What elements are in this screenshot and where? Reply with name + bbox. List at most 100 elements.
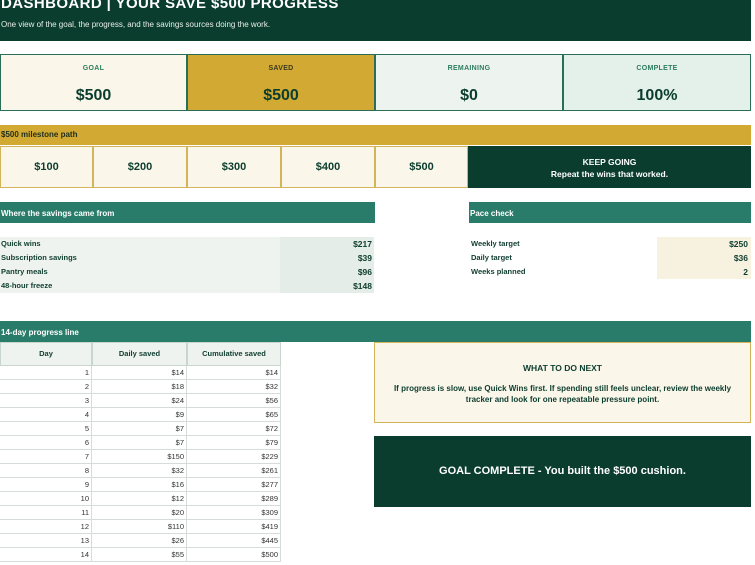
day-cell: 13: [0, 534, 92, 548]
cumulative-saved-cell: $500: [187, 548, 281, 562]
day-cell: 14: [0, 548, 92, 562]
daily-saved-cell: $16: [92, 478, 187, 492]
source-name: Pantry meals: [0, 265, 280, 279]
progress-title: 14-day progress line: [1, 328, 79, 337]
milestone-step-100: $100: [0, 146, 93, 188]
page-subtitle: One view of the goal, the progress, and …: [1, 20, 271, 29]
kpi-complete-label: COMPLETE: [636, 65, 678, 72]
day-cell: 2: [0, 380, 92, 394]
progress-section-bar: 14-day progress line: [0, 321, 751, 342]
col-header-day: Day: [0, 342, 92, 366]
cumulative-saved-cell: $65: [187, 408, 281, 422]
milestone-step-300: $300: [187, 146, 281, 188]
day-cell: 3: [0, 394, 92, 408]
kpi-remaining-value: $0: [460, 87, 478, 104]
daily-saved-cell: $55: [92, 548, 187, 562]
kpi-goal-value: $500: [75, 87, 112, 104]
daily-saved-cell: $110: [92, 520, 187, 534]
daily-saved-cell: $7: [92, 436, 187, 450]
daily-saved-cell: $7: [92, 422, 187, 436]
cumulative-saved-cell: $419: [187, 520, 281, 534]
daily-saved-cell: $20: [92, 506, 187, 520]
sources-title: Where the savings came from: [1, 209, 115, 218]
col-header-cumulative-saved: Cumulative saved: [187, 342, 281, 366]
pace-amount: $36: [657, 251, 751, 265]
daily-saved-cell: $32: [92, 464, 187, 478]
day-cell: 11: [0, 506, 92, 520]
keep-going-text: Repeat the wins that worked.: [550, 169, 669, 179]
milestone-step-500: $500: [375, 146, 468, 188]
milestone-section-bar: $500 milestone path: [0, 125, 751, 145]
pace-amount: $250: [657, 237, 751, 251]
source-name: Quick wins: [0, 237, 280, 251]
source-row: Subscription savings $39: [0, 251, 374, 265]
source-name: 48-hour freeze: [0, 279, 280, 293]
cumulative-saved-cell: $445: [187, 534, 281, 548]
pace-title: Pace check: [470, 209, 514, 218]
kpi-saved-value: $500: [263, 87, 299, 104]
day-cell: 6: [0, 436, 92, 450]
pace-row: Weekly target $250: [469, 237, 751, 251]
source-amount: $148: [280, 279, 374, 293]
goal-complete-banner: GOAL COMPLETE - You built the $500 cushi…: [374, 436, 751, 507]
day-cell: 8: [0, 464, 92, 478]
milestone-step-200: $200: [93, 146, 187, 188]
next-steps-text: If progress is slow, use Quick Wins firs…: [393, 384, 732, 404]
cumulative-saved-cell: $79: [187, 436, 281, 450]
col-header-daily-saved: Daily saved: [92, 342, 187, 366]
pace-name: Daily target: [469, 251, 657, 265]
day-cell: 1: [0, 366, 92, 380]
day-cell: 5: [0, 422, 92, 436]
kpi-goal-label: GOAL: [82, 65, 105, 72]
source-row: 48-hour freeze $148: [0, 279, 374, 293]
cumulative-saved-cell: $261: [187, 464, 281, 478]
source-amount: $96: [280, 265, 374, 279]
kpi-saved-card: SAVED $500: [187, 54, 375, 111]
cumulative-saved-cell: $277: [187, 478, 281, 492]
kpi-complete-card: COMPLETE 100%: [563, 54, 751, 111]
cumulative-saved-cell: $309: [187, 506, 281, 520]
kpi-saved-label: SAVED: [268, 65, 294, 72]
day-cell: 7: [0, 450, 92, 464]
daily-saved-cell: $150: [92, 450, 187, 464]
daily-saved-cell: $24: [92, 394, 187, 408]
daily-saved-cell: $26: [92, 534, 187, 548]
source-amount: $217: [280, 237, 374, 251]
daily-saved-cell: $12: [92, 492, 187, 506]
cumulative-saved-cell: $32: [187, 380, 281, 394]
page-title: DASHBOARD | YOUR SAVE $500 PROGRESS: [1, 0, 339, 12]
keep-going-title: KEEP GOING: [582, 157, 637, 167]
source-name: Subscription savings: [0, 251, 280, 265]
source-row: Pantry meals $96: [0, 265, 374, 279]
pace-name: Weekly target: [469, 237, 657, 251]
day-cell: 4: [0, 408, 92, 422]
milestone-step-400: $400: [281, 146, 375, 188]
source-amount: $39: [280, 251, 374, 265]
pace-name: Weeks planned: [469, 265, 657, 279]
cumulative-saved-cell: $56: [187, 394, 281, 408]
cumulative-saved-cell: $289: [187, 492, 281, 506]
day-cell: 10: [0, 492, 92, 506]
daily-saved-cell: $9: [92, 408, 187, 422]
milestone-title: $500 milestone path: [1, 130, 78, 139]
pace-row: Weeks planned 2: [469, 265, 751, 279]
sources-section-bar: Where the savings came from: [0, 202, 375, 223]
kpi-remaining-label: REMAINING: [447, 65, 491, 72]
cumulative-saved-cell: $229: [187, 450, 281, 464]
next-steps-title: WHAT TO DO NEXT: [522, 363, 602, 373]
pace-section-bar: Pace check: [469, 202, 751, 223]
daily-saved-cell: $14: [92, 366, 187, 380]
kpi-complete-value: 100%: [636, 87, 678, 104]
day-cell: 12: [0, 520, 92, 534]
kpi-goal-card: GOAL $500: [0, 54, 187, 111]
day-cell: 9: [0, 478, 92, 492]
cumulative-saved-cell: $72: [187, 422, 281, 436]
dashboard-header: DASHBOARD | YOUR SAVE $500 PROGRESS One …: [0, 0, 751, 41]
keep-going-callout: KEEP GOING Repeat the wins that worked.: [468, 146, 751, 188]
pace-amount: 2: [657, 265, 751, 279]
daily-saved-cell: $18: [92, 380, 187, 394]
kpi-remaining-card: REMAINING $0: [375, 54, 563, 111]
cumulative-saved-cell: $14: [187, 366, 281, 380]
next-steps-panel: WHAT TO DO NEXT If progress is slow, use…: [374, 342, 751, 423]
pace-row: Daily target $36: [469, 251, 751, 265]
